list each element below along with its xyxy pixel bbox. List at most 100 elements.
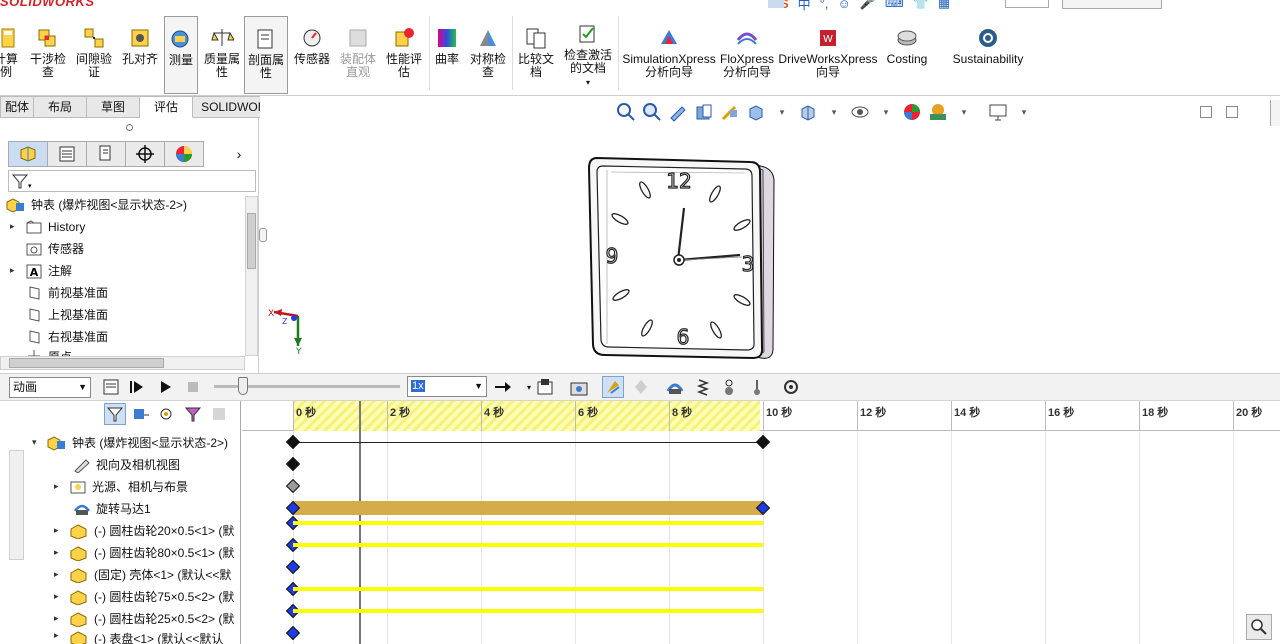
check-active-button[interactable]: 检查激活 的文档 ▾	[560, 16, 616, 94]
study-properties-icon[interactable]	[780, 376, 802, 398]
sustainability-button[interactable]: Sustainability	[946, 16, 1030, 94]
mass-properties-button[interactable]: 质量属 性	[200, 16, 244, 94]
interference-button[interactable]: 干涉检 查	[26, 16, 70, 94]
view-orientation-icon[interactable]	[745, 101, 767, 123]
taskpane-toggle[interactable]	[1270, 100, 1280, 126]
displaymanager-tab-icon[interactable]	[164, 141, 204, 167]
ime-voice-icon[interactable]: 🎤	[860, 0, 876, 11]
motion-tree-item-gear-80[interactable]: ▸ (-) 圆柱齿轮80×0.5<1> (默	[54, 542, 234, 563]
viewport-tile-right-icon[interactable]	[1226, 106, 1238, 118]
timeline-track-motor[interactable]	[293, 501, 763, 515]
hide-show-icon[interactable]	[849, 101, 871, 123]
playback-slider-thumb[interactable]	[238, 377, 248, 395]
timeline-track-component[interactable]	[293, 609, 763, 613]
configurationmanager-tab-icon[interactable]	[86, 141, 126, 167]
tree-item-right-plane[interactable]: 右视基准面	[10, 326, 108, 347]
timeline-track-component[interactable]	[293, 587, 763, 591]
ime-emoji-icon[interactable]: ☺	[838, 0, 851, 11]
study-type-select[interactable]: 动画 ▼	[9, 377, 91, 398]
chevron-down-icon[interactable]: ▾	[953, 101, 975, 123]
expand-icon[interactable]: ▸	[10, 221, 20, 232]
title-close-button[interactable]	[768, 0, 784, 8]
tree-item-history[interactable]: ▸ History	[10, 216, 85, 237]
playback-mode-icon[interactable]	[492, 376, 514, 398]
tree-item-front-plane[interactable]: 前视基准面	[10, 282, 108, 303]
playback-speed-select[interactable]: 1x ▼	[407, 376, 487, 397]
play-from-start-icon[interactable]	[126, 376, 148, 398]
chevron-down-icon[interactable]: ▾	[1013, 101, 1035, 123]
costing-button[interactable]: Costing	[880, 16, 934, 94]
tab-sketch[interactable]: 草图	[87, 96, 141, 118]
filter-selected-icon[interactable]	[156, 403, 178, 425]
panel-gripper[interactable]	[126, 124, 133, 131]
motion-tree-item-lights[interactable]: ▸ 光源、相机与布景	[54, 476, 188, 497]
simulationxpress-button[interactable]: SimulationXpress 分析向导	[622, 16, 716, 94]
scrollbar-thumb[interactable]	[247, 213, 256, 269]
motion-tree-item-dial[interactable]: ▸ (-) 表盘<1> (默认<<默认	[54, 630, 223, 644]
calculate-button[interactable]: 计算 例	[0, 16, 20, 94]
sensor-button[interactable]: 传感器	[290, 16, 334, 94]
chevron-right-icon[interactable]: ›	[229, 141, 249, 167]
chevron-down-icon[interactable]: ▾	[771, 101, 793, 123]
chevron-down-icon[interactable]: ▾	[586, 76, 590, 89]
viewport-tile-left-icon[interactable]	[1200, 106, 1212, 118]
zoom-area-icon[interactable]	[641, 101, 663, 123]
motion-tree-item-housing[interactable]: ▸ (固定) 壳体<1> (默认<<默	[54, 564, 231, 585]
chevron-down-icon[interactable]: ▾	[875, 101, 897, 123]
ime-punctuation[interactable]: °,	[820, 0, 829, 11]
chevron-down-icon[interactable]: ▾	[823, 101, 845, 123]
clock-model[interactable]: 12 3 6 9	[585, 152, 780, 364]
panel-splitter-handle[interactable]	[259, 228, 267, 242]
motion-tree-item-gear-75[interactable]: ▸ (-) 圆柱齿轮75×0.5<2> (默	[54, 586, 234, 607]
driveworksxpress-button[interactable]: W DriveWorksXpress 向导	[778, 16, 878, 94]
assembly-visual-button[interactable]: 装配体 直观	[336, 16, 380, 94]
ime-chinese-mode[interactable]: 中	[798, 0, 811, 13]
timeline-track-assembly[interactable]	[293, 441, 763, 443]
appearance-icon[interactable]	[901, 101, 923, 123]
tree-item-annotations[interactable]: ▸ A 注解	[10, 260, 72, 281]
tree-item-sensors[interactable]: 传感器	[10, 238, 84, 259]
title-search-field[interactable]	[1062, 0, 1162, 9]
contact-icon[interactable]	[718, 376, 740, 398]
calculate-motion-icon[interactable]	[100, 376, 122, 398]
motion-tree-item-view[interactable]: 视向及相机视图	[58, 454, 180, 475]
collapse-icon[interactable]: ▾	[32, 437, 42, 448]
spring-icon[interactable]	[692, 376, 714, 398]
expand-icon[interactable]: ▸	[54, 569, 64, 580]
motor-icon[interactable]	[664, 376, 686, 398]
hole-align-button[interactable]: 孔对齐	[118, 16, 162, 94]
timeline-track-component[interactable]	[293, 543, 763, 547]
monitor-icon[interactable]	[987, 101, 1009, 123]
title-restore-button[interactable]	[1005, 0, 1049, 8]
featuremanager-tab-icon[interactable]	[8, 141, 48, 167]
tree-root[interactable]: 钟表 (爆炸视图<显示状态-2>)	[6, 194, 187, 215]
expand-icon[interactable]: ▸	[54, 630, 64, 641]
dimxpert-tab-icon[interactable]	[125, 141, 165, 167]
tab-layout[interactable]: 布局	[34, 96, 88, 118]
propertymanager-tab-icon[interactable]	[47, 141, 87, 167]
tree-item-origin[interactable]: 原点	[10, 348, 72, 356]
ime-toolbox-icon[interactable]: ▦	[938, 0, 950, 11]
timeline-track-component[interactable]	[293, 521, 763, 525]
motion-tree-item-motor[interactable]: 旋转马达1	[58, 498, 151, 519]
measure-button[interactable]: 测量	[164, 16, 198, 94]
tree-item-top-plane[interactable]: 上视基准面	[10, 304, 108, 325]
previous-view-icon[interactable]	[667, 101, 689, 123]
expand-icon[interactable]: ▸	[10, 265, 20, 276]
expand-icon[interactable]: ▸	[54, 613, 64, 624]
motion-tree-item-gear-25[interactable]: ▸ (-) 圆柱齿轮25×0.5<2> (默	[54, 608, 234, 629]
ime-keyboard-icon[interactable]: ⌨	[885, 0, 904, 11]
tab-evaluate[interactable]: 评估	[140, 96, 194, 118]
autokey-icon[interactable]	[602, 376, 624, 398]
floxpress-button[interactable]: FloXpress 分析向导	[718, 16, 776, 94]
play-icon[interactable]	[154, 376, 176, 398]
motion-tree-scrollbar[interactable]	[9, 450, 24, 560]
filter-driving-icon[interactable]	[130, 403, 152, 425]
scene-icon[interactable]	[927, 101, 949, 123]
ime-skin-icon[interactable]: 👕	[913, 0, 929, 11]
clearance-button[interactable]: 间隙验 证	[72, 16, 116, 94]
performance-button[interactable]: 性能评 估	[382, 16, 426, 94]
add-key-icon[interactable]	[630, 376, 652, 398]
stop-icon[interactable]	[182, 376, 204, 398]
filter-disabled-icon[interactable]	[208, 403, 230, 425]
